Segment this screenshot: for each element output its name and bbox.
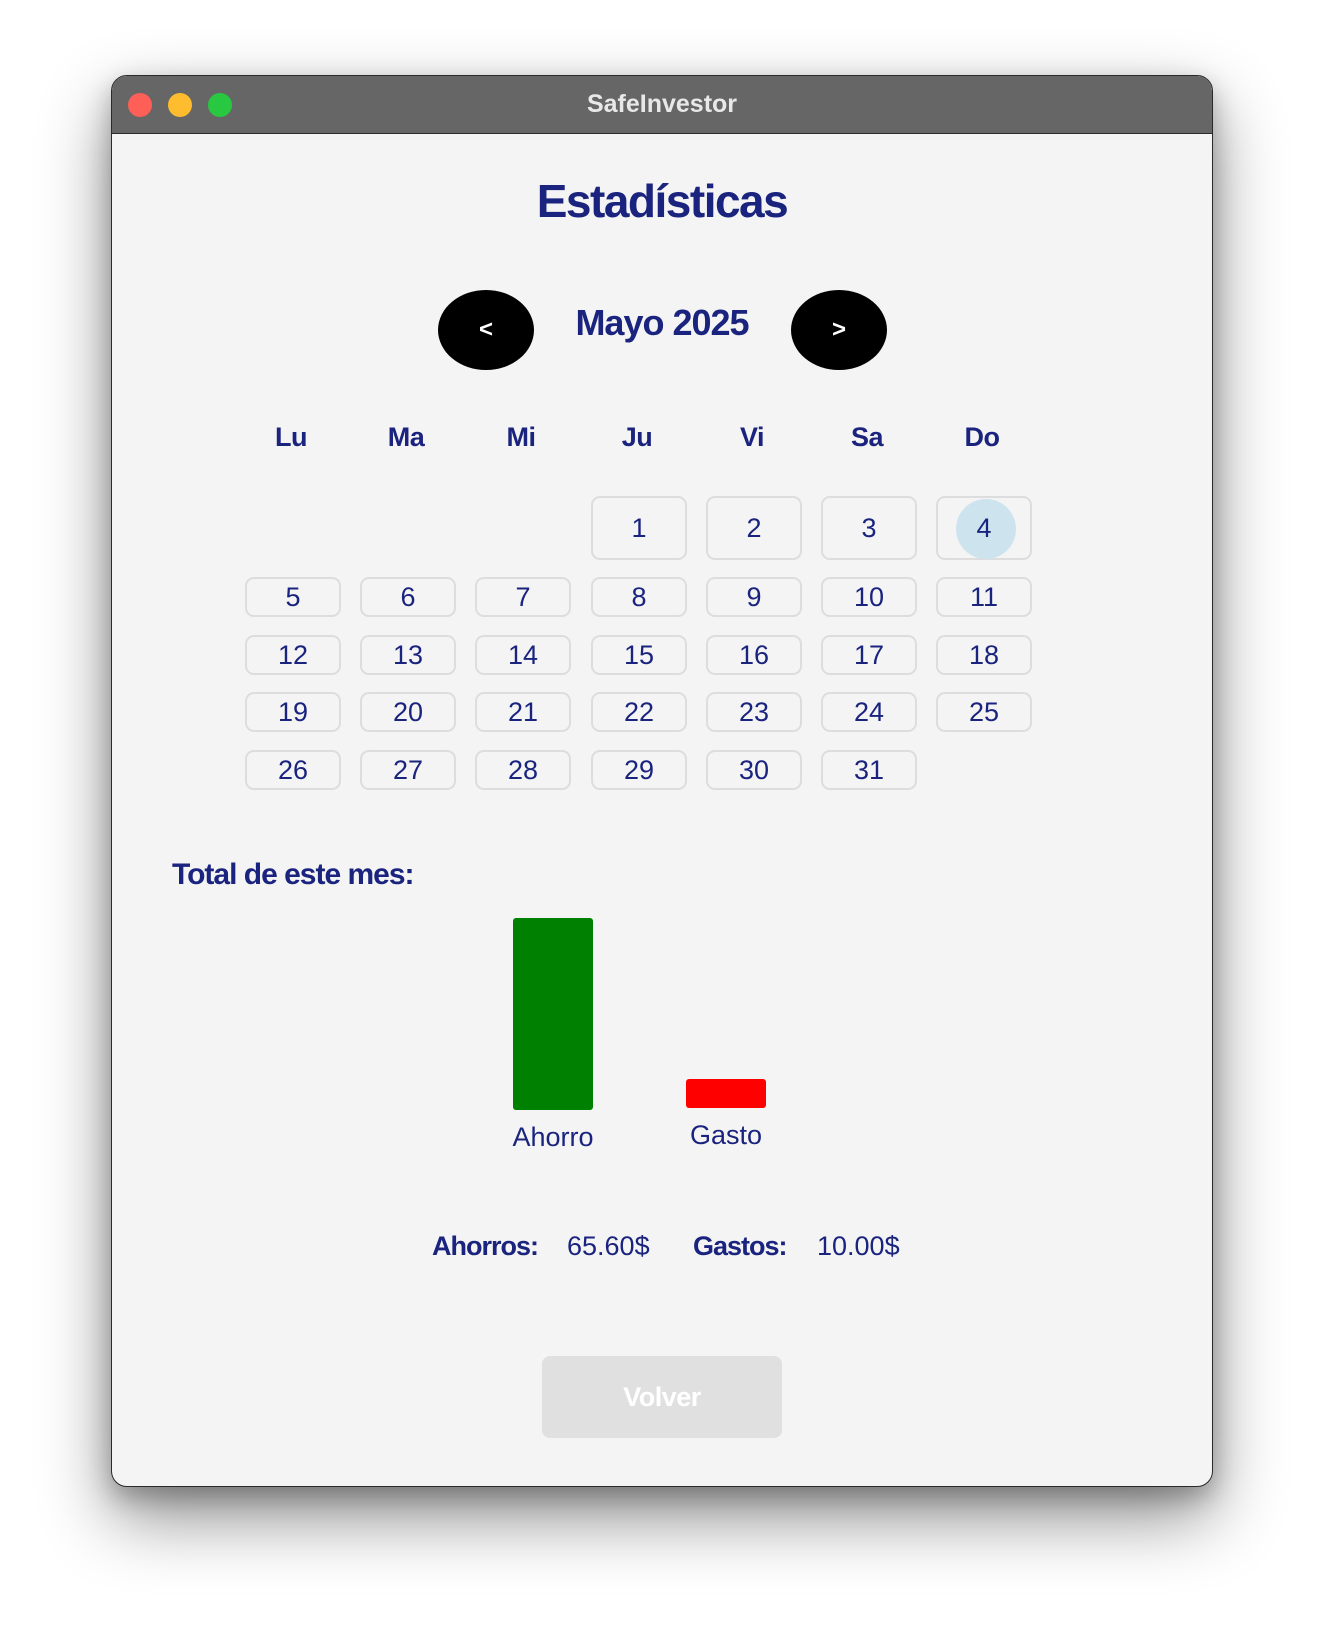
calendar-day[interactable]: 2 <box>706 496 802 560</box>
calendar-day[interactable]: 16 <box>706 635 802 675</box>
next-month-button[interactable]: > <box>791 290 887 370</box>
weekday-label: Ju <box>621 422 653 452</box>
calendar-day[interactable]: 17 <box>821 635 917 675</box>
calendar-day[interactable]: 29 <box>591 750 687 790</box>
calendar-day[interactable]: 27 <box>360 750 456 790</box>
calendar-day[interactable]: 6 <box>360 577 456 617</box>
calendar-day[interactable]: 11 <box>936 577 1032 617</box>
calendar-day[interactable]: 19 <box>245 692 341 732</box>
ahorros-value: 65.60$ <box>567 1231 650 1261</box>
calendar-day[interactable]: 12 <box>245 635 341 675</box>
calendar-day[interactable]: 7 <box>475 577 571 617</box>
ahorros-label: Ahorros: <box>432 1231 539 1261</box>
calendar-day[interactable]: 15 <box>591 635 687 675</box>
chart-label-gasto: Gasto <box>689 1120 763 1150</box>
calendar-day[interactable]: 30 <box>706 750 802 790</box>
calendar-day[interactable]: 9 <box>706 577 802 617</box>
calendar-day[interactable]: 18 <box>936 635 1032 675</box>
weekday-label: Do <box>964 422 1001 452</box>
weekday-label: Vi <box>739 422 765 452</box>
chart-bar-gasto <box>686 1079 766 1108</box>
calendar-day[interactable]: 28 <box>475 750 571 790</box>
calendar-day[interactable]: 26 <box>245 750 341 790</box>
calendar-day[interactable]: 10 <box>821 577 917 617</box>
calendar-day[interactable]: 22 <box>591 692 687 732</box>
weekday-label: Sa <box>850 422 884 452</box>
title-bar: SafeInvestor <box>112 76 1212 134</box>
calendar-day[interactable]: 1 <box>591 496 687 560</box>
calendar-day[interactable]: 20 <box>360 692 456 732</box>
weekday-label: Lu <box>275 422 308 452</box>
gastos-label: Gastos: <box>693 1231 788 1261</box>
calendar-day[interactable]: 13 <box>360 635 456 675</box>
back-button[interactable]: Volver <box>542 1356 782 1438</box>
app-window: SafeInvestor Estadísticas < Mayo 2025 > … <box>111 75 1213 1487</box>
calendar-day[interactable]: 25 <box>936 692 1032 732</box>
monthly-total-title: Total de este mes: <box>172 858 415 891</box>
calendar-day[interactable]: 8 <box>591 577 687 617</box>
calendar-day-selected[interactable]: 4 <box>936 496 1032 560</box>
calendar-day[interactable]: 31 <box>821 750 917 790</box>
month-label: Mayo 2025 <box>575 302 749 343</box>
chart-bar-ahorro <box>513 918 593 1110</box>
calendar-day[interactable]: 21 <box>475 692 571 732</box>
calendar-day[interactable]: 3 <box>821 496 917 560</box>
page-title: Estadísticas <box>536 175 789 227</box>
chart-label-ahorro: Ahorro <box>512 1122 594 1152</box>
window-title: SafeInvestor <box>586 90 738 118</box>
calendar-day[interactable]: 14 <box>475 635 571 675</box>
calendar-day[interactable]: 5 <box>245 577 341 617</box>
calendar-day[interactable]: 24 <box>821 692 917 732</box>
weekday-label: Mi <box>506 422 537 452</box>
gastos-value: 10.00$ <box>817 1231 900 1261</box>
calendar-day[interactable]: 23 <box>706 692 802 732</box>
weekday-label: Ma <box>387 422 425 452</box>
previous-month-button[interactable]: < <box>438 290 534 370</box>
